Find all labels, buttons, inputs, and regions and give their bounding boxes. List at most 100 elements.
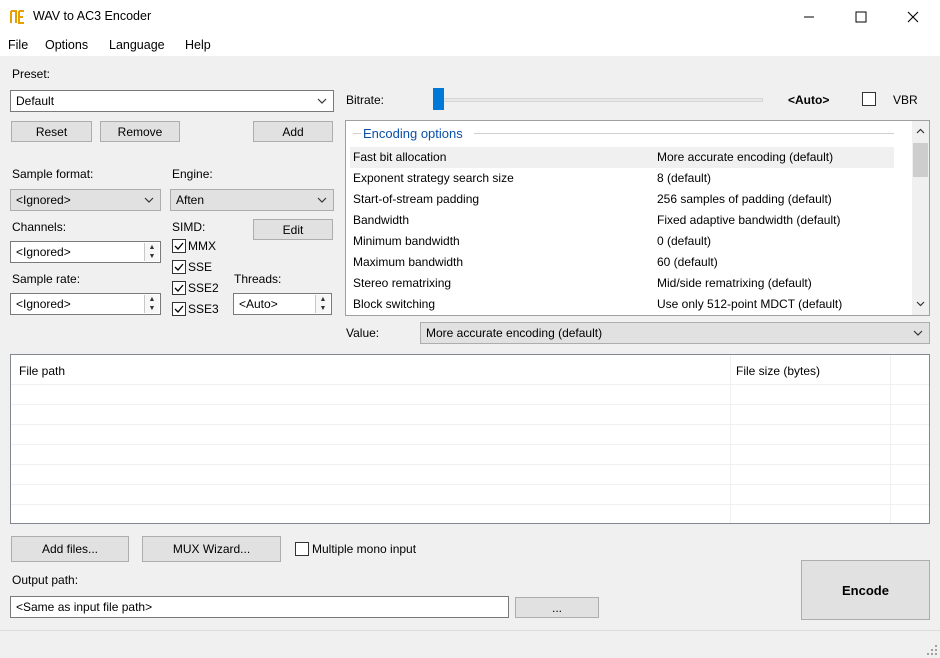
options-scrollbar[interactable] (912, 121, 929, 315)
option-name: Fast bit allocation (353, 150, 447, 164)
resize-grip-icon[interactable] (926, 644, 938, 656)
grid-line (11, 464, 929, 465)
minimize-button[interactable] (786, 0, 832, 34)
status-bar-divider (0, 630, 940, 631)
spin-up-icon[interactable]: ▲ (316, 295, 330, 304)
grid-line (11, 484, 929, 485)
sample-rate-spinbox[interactable]: <Ignored> ▲ ▼ (10, 293, 161, 315)
grid-line (11, 424, 929, 425)
value-combo[interactable]: More accurate encoding (default) (420, 322, 930, 344)
spin-down-icon[interactable]: ▼ (145, 304, 159, 313)
simd-sse2-checkbox[interactable] (172, 281, 186, 295)
reset-button[interactable]: Reset (11, 121, 92, 142)
browse-output-button[interactable]: ... (515, 597, 599, 618)
checkmark-icon (174, 242, 184, 250)
option-value: 256 samples of padding (default) (657, 192, 832, 206)
grid-line (11, 504, 929, 505)
menu-file[interactable]: File (8, 38, 28, 52)
mux-wizard-button[interactable]: MUX Wizard... (142, 536, 281, 562)
vbr-checkbox[interactable] (862, 92, 876, 106)
spin-down-icon[interactable]: ▼ (316, 304, 330, 313)
option-name: Stereo rematrixing (353, 276, 452, 290)
maximize-button[interactable] (838, 0, 884, 34)
file-list[interactable]: File path File size (bytes) (10, 354, 930, 524)
channels-spinbox[interactable]: <Ignored> ▲ ▼ (10, 241, 161, 263)
simd-label: SIMD: (172, 220, 206, 234)
channels-spin-buttons[interactable]: ▲ ▼ (144, 243, 159, 261)
simd-sse[interactable]: SSE (172, 260, 212, 274)
scroll-up-icon[interactable] (915, 126, 926, 137)
simd-sse2[interactable]: SSE2 (172, 281, 219, 295)
grid-line (11, 444, 929, 445)
threads-spinbox[interactable]: <Auto> ▲ ▼ (233, 293, 332, 315)
option-value: Use only 512-point MDCT (default) (657, 297, 843, 311)
preset-label: Preset: (12, 67, 51, 81)
option-row-bandwidth[interactable]: Bandwidth Fixed adaptive bandwidth (defa… (350, 210, 894, 231)
bitrate-slider-track[interactable] (433, 98, 763, 102)
option-row-start-padding[interactable]: Start-of-stream padding 256 samples of p… (350, 189, 894, 210)
encode-button[interactable]: Encode (801, 560, 930, 620)
value-label: Value: (346, 326, 380, 340)
option-value: More accurate encoding (default) (657, 150, 834, 164)
sample-rate-label: Sample rate: (12, 272, 81, 286)
simd-sse-checkbox[interactable] (172, 260, 186, 274)
option-value: Mid/side rematrixing (default) (657, 276, 812, 290)
multiple-mono-option[interactable]: Multiple mono input (295, 542, 416, 556)
sample-format-value: <Ignored> (16, 193, 71, 207)
sample-rate-spin-buttons[interactable]: ▲ ▼ (144, 295, 159, 313)
spin-up-icon[interactable]: ▲ (145, 243, 159, 252)
edit-engine-button[interactable]: Edit (253, 219, 333, 240)
chevron-down-icon (913, 330, 923, 336)
scrollbar-thumb[interactable] (913, 143, 928, 177)
column-header-file-path[interactable]: File path (19, 364, 65, 378)
threads-spin-buttons[interactable]: ▲ ▼ (315, 295, 330, 313)
chevron-down-icon (317, 98, 327, 104)
sample-format-label: Sample format: (12, 167, 94, 181)
option-name: Start-of-stream padding (353, 192, 480, 206)
sample-format-combo[interactable]: <Ignored> (10, 189, 161, 211)
sample-rate-value: <Ignored> (16, 297, 71, 311)
add-files-button[interactable]: Add files... (11, 536, 129, 562)
simd-mmx-checkbox[interactable] (172, 239, 186, 253)
output-path-value: <Same as input file path> (16, 600, 153, 614)
encoding-options-list[interactable]: Encoding options Fast bit allocation Mor… (345, 120, 930, 316)
simd-mmx[interactable]: MMX (172, 239, 216, 253)
simd-sse3[interactable]: SSE3 (172, 302, 219, 316)
simd-sse3-checkbox[interactable] (172, 302, 186, 316)
simd-mmx-label: MMX (188, 239, 216, 253)
output-path-input[interactable]: <Same as input file path> (10, 596, 509, 618)
menu-language[interactable]: Language (109, 38, 165, 52)
option-value: 60 (default) (657, 255, 718, 269)
spin-down-icon[interactable]: ▼ (145, 252, 159, 261)
app-logo-icon (10, 10, 24, 24)
option-row-fast-bit-allocation[interactable]: Fast bit allocation More accurate encodi… (350, 147, 894, 168)
channels-value: <Ignored> (16, 245, 71, 259)
remove-button[interactable]: Remove (100, 121, 180, 142)
encoding-options-title: Encoding options (361, 126, 465, 141)
multiple-mono-checkbox[interactable] (295, 542, 309, 556)
scroll-down-icon[interactable] (915, 298, 926, 309)
engine-combo[interactable]: Aften (170, 189, 334, 211)
option-row-min-bandwidth[interactable]: Minimum bandwidth 0 (default) (350, 231, 894, 252)
window-title: WAV to AC3 Encoder (33, 9, 152, 23)
menu-options[interactable]: Options (45, 38, 88, 52)
option-name: Exponent strategy search size (353, 171, 514, 185)
add-preset-button[interactable]: Add (253, 121, 333, 142)
option-row-max-bandwidth[interactable]: Maximum bandwidth 60 (default) (350, 252, 894, 273)
option-value: Fixed adaptive bandwidth (default) (657, 213, 841, 227)
option-row-stereo-rematrixing[interactable]: Stereo rematrixing Mid/side rematrixing … (350, 273, 894, 294)
checkmark-icon (174, 284, 184, 292)
value-combo-value: More accurate encoding (default) (426, 326, 603, 340)
bitrate-slider-thumb[interactable] (433, 88, 444, 110)
option-name: Maximum bandwidth (353, 255, 464, 269)
menu-help[interactable]: Help (185, 38, 211, 52)
column-header-file-size[interactable]: File size (bytes) (736, 364, 820, 378)
close-button[interactable] (890, 0, 936, 34)
spin-up-icon[interactable]: ▲ (145, 295, 159, 304)
option-row-exponent-strategy[interactable]: Exponent strategy search size 8 (default… (350, 168, 894, 189)
preset-combo[interactable]: Default (10, 90, 334, 112)
engine-value: Aften (176, 193, 205, 207)
option-row-block-switching[interactable]: Block switching Use only 512-point MDCT … (350, 294, 894, 315)
column-divider (730, 355, 731, 523)
option-name: Block switching (353, 297, 436, 311)
